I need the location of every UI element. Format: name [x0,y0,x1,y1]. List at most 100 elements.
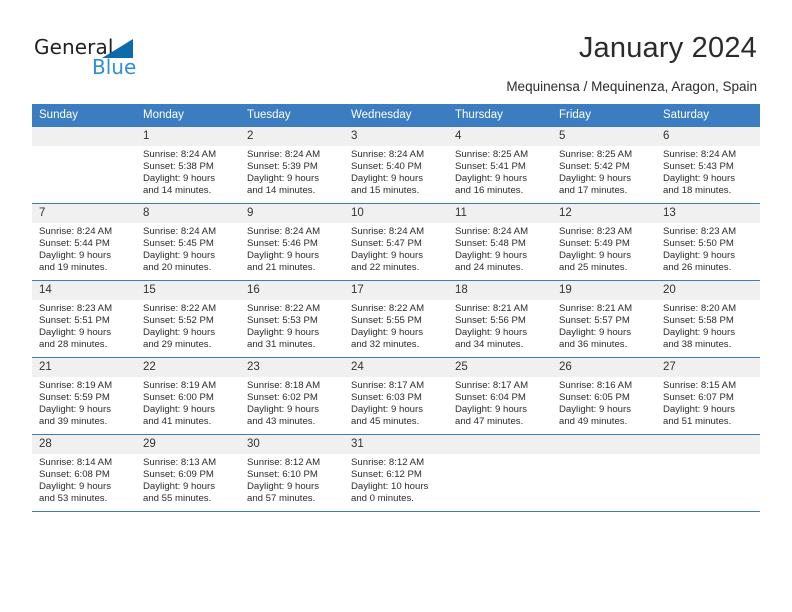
calendar-day-cell[interactable]: 31 Sunrise: 8:12 AM Sunset: 6:12 PM Dayligh… [344,434,448,512]
daylight-text-line1: Daylight: 9 hours [247,327,319,339]
sunrise-text: Sunrise: 8:19 AM [39,380,113,391]
calendar-day-cell[interactable]: 29 Sunrise: 8:13 AM Sunset: 6:09 PM Dayligh… [136,434,240,512]
day-sun-info: Sunrise: 8:21 AM Sunset: 5:57 PM Daylight:… [552,300,656,351]
calendar-day-cell[interactable]: 28 Sunrise: 8:14 AM Sunset: 6:08 PM Dayligh… [32,434,136,512]
day-cell-content: 23 Sunrise: 8:18 AM Sunset: 6:02 PM Dayligh… [240,358,344,434]
calendar-day-cell[interactable]: 30 Sunrise: 8:12 AM Sunset: 6:10 PM Dayligh… [240,434,344,512]
day-number: 1 [136,127,240,146]
calendar-day-cell[interactable]: 9 Sunrise: 8:24 AM Sunset: 5:46 PM Daylight… [240,203,344,281]
daylight-text-line2: and 39 minutes. [39,416,108,428]
calendar-day-cell[interactable]: 15 Sunrise: 8:22 AM Sunset: 5:52 PM Dayligh… [136,280,240,358]
day-cell-content: 5 Sunrise: 8:25 AM Sunset: 5:42 PM Daylight… [552,127,656,203]
daylight-text-line2: and 32 minutes. [351,339,420,351]
day-cell-content: 30 Sunrise: 8:12 AM Sunset: 6:10 PM Dayligh… [240,435,344,511]
calendar-day-cell[interactable]: 24 Sunrise: 8:17 AM Sunset: 6:03 PM Dayligh… [344,357,448,435]
daylight-text-line1: Daylight: 9 hours [351,173,423,185]
day-number: 10 [344,204,448,223]
general-blue-logo[interactable]: General Blue [34,36,164,82]
day-cell-content [32,127,136,203]
calendar-day-cell[interactable]: 20 Sunrise: 8:20 AM Sunset: 5:58 PM Dayligh… [656,280,760,358]
calendar-day-cell[interactable]: 19 Sunrise: 8:21 AM Sunset: 5:57 PM Dayligh… [552,280,656,358]
calendar-day-cell[interactable]: 12 Sunrise: 8:23 AM Sunset: 5:49 PM Dayligh… [552,203,656,281]
day-cell-content: 12 Sunrise: 8:23 AM Sunset: 5:49 PM Dayligh… [552,204,656,280]
daylight-text-line1: Daylight: 9 hours [351,404,423,416]
daylight-text-line2: and 53 minutes. [39,493,108,505]
daylight-text-line1: Daylight: 9 hours [143,327,215,339]
sunrise-text: Sunrise: 8:25 AM [455,149,529,160]
calendar-day-cell[interactable]: 13 Sunrise: 8:23 AM Sunset: 5:50 PM Dayligh… [656,203,760,281]
sunrise-text: Sunrise: 8:25 AM [559,149,633,160]
calendar-day-cell[interactable]: 18 Sunrise: 8:21 AM Sunset: 5:56 PM Dayligh… [448,280,552,358]
daylight-text-line2: and 28 minutes. [39,339,108,351]
daylight-text-line1: Daylight: 9 hours [39,250,111,262]
sunset-text: Sunset: 5:53 PM [247,315,318,327]
calendar-day-cell[interactable]: 10 Sunrise: 8:24 AM Sunset: 5:47 PM Dayligh… [344,203,448,281]
calendar-day-cell[interactable]: 1 Sunrise: 8:24 AM Sunset: 5:38 PM Daylight… [136,126,240,204]
day-cell-content: 3 Sunrise: 8:24 AM Sunset: 5:40 PM Daylight… [344,127,448,203]
daylight-text-line2: and 36 minutes. [559,339,628,351]
calendar-day-cell[interactable]: 14 Sunrise: 8:23 AM Sunset: 5:51 PM Dayligh… [32,280,136,358]
day-number: 18 [448,281,552,300]
calendar-day-cell[interactable]: 25 Sunrise: 8:17 AM Sunset: 6:04 PM Dayligh… [448,357,552,435]
weekday-header-wednesday: Wednesday [344,104,448,127]
daylight-text-line2: and 45 minutes. [351,416,420,428]
calendar-day-cell[interactable]: 21 Sunrise: 8:19 AM Sunset: 5:59 PM Dayligh… [32,357,136,435]
day-number: 12 [552,204,656,223]
sunset-text: Sunset: 5:52 PM [143,315,214,327]
daylight-text-line1: Daylight: 9 hours [663,173,735,185]
calendar-day-cell[interactable]: 26 Sunrise: 8:16 AM Sunset: 6:05 PM Dayligh… [552,357,656,435]
day-sun-info: Sunrise: 8:18 AM Sunset: 6:02 PM Daylight:… [240,377,344,428]
daylight-text-line1: Daylight: 9 hours [663,404,735,416]
sunrise-text: Sunrise: 8:17 AM [351,380,425,391]
day-number: 16 [240,281,344,300]
day-sun-info: Sunrise: 8:25 AM Sunset: 5:41 PM Daylight:… [448,146,552,197]
day-cell-content: 7 Sunrise: 8:24 AM Sunset: 5:44 PM Daylight… [32,204,136,280]
calendar-day-cell[interactable]: 3 Sunrise: 8:24 AM Sunset: 5:40 PM Daylight… [344,126,448,204]
daylight-text-line2: and 17 minutes. [559,185,628,197]
day-cell-content: 2 Sunrise: 8:24 AM Sunset: 5:39 PM Daylight… [240,127,344,203]
calendar-day-cell[interactable]: 5 Sunrise: 8:25 AM Sunset: 5:42 PM Daylight… [552,126,656,204]
calendar-day-cell[interactable]: 22 Sunrise: 8:19 AM Sunset: 6:00 PM Dayligh… [136,357,240,435]
calendar-day-cell[interactable]: 8 Sunrise: 8:24 AM Sunset: 5:45 PM Daylight… [136,203,240,281]
sunset-text: Sunset: 6:05 PM [559,392,630,404]
day-number: 31 [344,435,448,454]
day-number: 28 [32,435,136,454]
daylight-text-line1: Daylight: 9 hours [39,404,111,416]
day-sun-info: Sunrise: 8:24 AM Sunset: 5:45 PM Daylight:… [136,223,240,274]
page-title: January 2024 [578,32,757,64]
day-cell-content: 31 Sunrise: 8:12 AM Sunset: 6:12 PM Dayligh… [344,435,448,511]
day-sun-info: Sunrise: 8:24 AM Sunset: 5:44 PM Daylight:… [32,223,136,274]
sunrise-text: Sunrise: 8:16 AM [559,380,633,391]
calendar-week-row: 14 Sunrise: 8:23 AM Sunset: 5:51 PM Dayligh… [32,280,760,358]
sunrise-text: Sunrise: 8:24 AM [351,226,425,237]
sunrise-text: Sunrise: 8:24 AM [351,149,425,160]
calendar-day-cell[interactable]: 23 Sunrise: 8:18 AM Sunset: 6:02 PM Dayligh… [240,357,344,435]
sunset-text: Sunset: 5:39 PM [247,161,318,173]
calendar-day-cell[interactable]: 7 Sunrise: 8:24 AM Sunset: 5:44 PM Daylight… [32,203,136,281]
sunset-text: Sunset: 5:46 PM [247,238,318,250]
day-cell-content: 24 Sunrise: 8:17 AM Sunset: 6:03 PM Dayligh… [344,358,448,434]
calendar-day-cell[interactable]: 16 Sunrise: 8:22 AM Sunset: 5:53 PM Dayligh… [240,280,344,358]
sunrise-text: Sunrise: 8:18 AM [247,380,321,391]
day-cell-content [448,435,552,511]
day-sun-info: Sunrise: 8:21 AM Sunset: 5:56 PM Daylight:… [448,300,552,351]
day-sun-info: Sunrise: 8:13 AM Sunset: 6:09 PM Daylight:… [136,454,240,505]
day-sun-info: Sunrise: 8:24 AM Sunset: 5:40 PM Daylight:… [344,146,448,197]
calendar-day-cell[interactable]: 6 Sunrise: 8:24 AM Sunset: 5:43 PM Daylight… [656,126,760,204]
calendar-day-cell[interactable]: 27 Sunrise: 8:15 AM Sunset: 6:07 PM Dayligh… [656,357,760,435]
calendar-day-cell[interactable]: 2 Sunrise: 8:24 AM Sunset: 5:39 PM Daylight… [240,126,344,204]
calendar-week-row: 28 Sunrise: 8:14 AM Sunset: 6:08 PM Dayligh… [32,434,760,512]
logo-text-blue: Blue [92,55,137,79]
daylight-text-line1: Daylight: 9 hours [455,250,527,262]
day-cell-content: 29 Sunrise: 8:13 AM Sunset: 6:09 PM Dayligh… [136,435,240,511]
calendar-day-cell [448,434,552,512]
daylight-text-line2: and 25 minutes. [559,262,628,274]
sunrise-text: Sunrise: 8:23 AM [559,226,633,237]
day-cell-content: 8 Sunrise: 8:24 AM Sunset: 5:45 PM Daylight… [136,204,240,280]
daylight-text-line1: Daylight: 9 hours [455,404,527,416]
calendar-day-cell[interactable]: 4 Sunrise: 8:25 AM Sunset: 5:41 PM Daylight… [448,126,552,204]
calendar-day-cell[interactable]: 11 Sunrise: 8:24 AM Sunset: 5:48 PM Dayligh… [448,203,552,281]
day-number: 24 [344,358,448,377]
calendar-day-cell[interactable]: 17 Sunrise: 8:22 AM Sunset: 5:55 PM Dayligh… [344,280,448,358]
day-number [32,127,136,146]
